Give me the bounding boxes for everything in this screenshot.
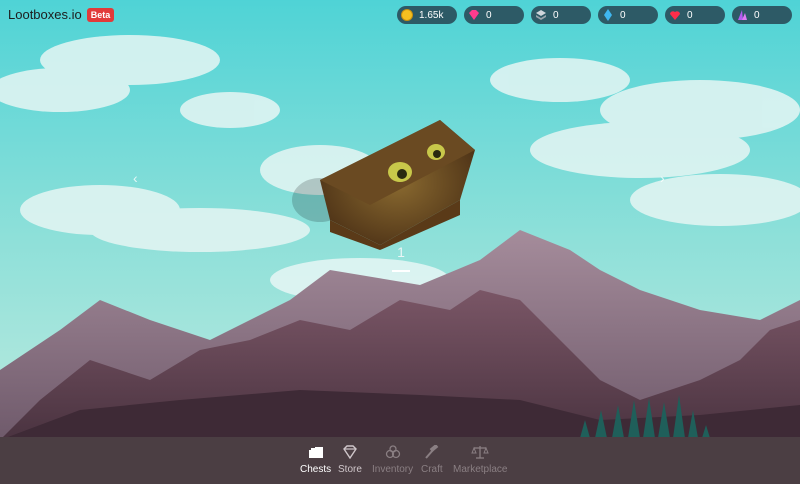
- nav-label: Craft: [421, 464, 443, 475]
- shard-icon: [736, 9, 748, 21]
- currency-value: 0: [687, 9, 693, 21]
- nav-label: Inventory: [372, 464, 414, 475]
- currency-value: 0: [553, 9, 559, 21]
- chevron-right-icon[interactable]: ›: [660, 170, 665, 186]
- stack-icon: [535, 9, 547, 21]
- gem-icon: [468, 9, 480, 21]
- currency-coins[interactable]: 1.65k: [397, 6, 457, 24]
- nav-label: Chests: [300, 464, 332, 475]
- nav-item-inventory[interactable]: Inventory: [372, 443, 413, 475]
- chest-count: 1: [397, 244, 405, 260]
- bottom-navigation: Chests Store Inventory Craft Marketplace: [0, 437, 800, 484]
- currency-value: 0: [620, 9, 626, 21]
- nav-label: Store: [338, 464, 362, 475]
- currency-crystal[interactable]: 0: [598, 6, 658, 24]
- nav-label: Marketplace: [453, 464, 508, 475]
- hammer-icon: [424, 443, 440, 461]
- currency-stack[interactable]: 0: [531, 6, 591, 24]
- nav-item-craft[interactable]: Craft: [421, 443, 443, 475]
- diamond-icon: [342, 443, 358, 461]
- coin-icon: [401, 9, 413, 21]
- chevron-left-icon[interactable]: ‹: [133, 170, 138, 186]
- currency-gems[interactable]: 0: [464, 6, 524, 24]
- scales-icon: [471, 443, 489, 461]
- currency-shards[interactable]: 0: [732, 6, 792, 24]
- chests-icon: [308, 443, 324, 461]
- inventory-icon: [385, 443, 401, 461]
- crystal-icon: [602, 9, 614, 21]
- game-scene-background: [0, 0, 800, 484]
- app-title: Lootboxes.io: [8, 7, 82, 22]
- currency-value: 1.65k: [419, 9, 444, 21]
- nav-item-marketplace[interactable]: Marketplace: [453, 443, 507, 475]
- nav-item-chests[interactable]: Chests: [300, 443, 331, 475]
- carousel-indicator: [392, 270, 410, 272]
- beta-badge: Beta: [86, 7, 115, 22]
- currency-value: 0: [754, 9, 760, 21]
- currency-value: 0: [486, 9, 492, 21]
- brand[interactable]: Lootboxes.io Beta: [8, 7, 115, 22]
- nav-item-store[interactable]: Store: [338, 443, 362, 475]
- currency-hearts[interactable]: 0: [665, 6, 725, 24]
- top-bar: Lootboxes.io Beta 1.65k 0 0 0 0 0: [0, 0, 800, 30]
- heart-icon: [669, 9, 681, 21]
